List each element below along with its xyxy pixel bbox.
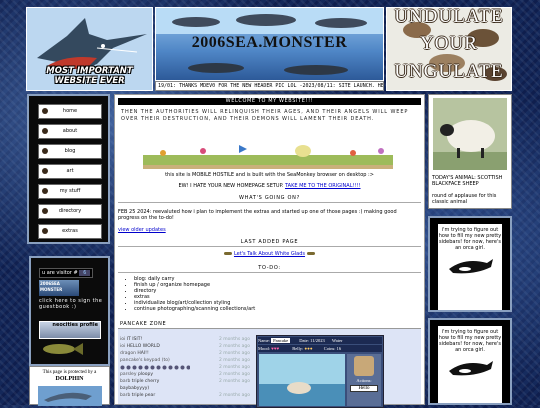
pet-widget: Name: Pancake Date: 11/2023 Water Mood: …: [256, 335, 384, 408]
fish-icon: [43, 343, 83, 355]
undulate-line-2: YOUR: [420, 33, 478, 54]
header-banner: 2006SEA.MONSTER: [155, 7, 384, 81]
garden-divider-icon: [143, 145, 393, 169]
undulate-banner: UNDULATE YOUR UNGULATE: [386, 7, 512, 91]
mobile-hostile-note: this site is MOBILE HOSTILE and is built…: [165, 172, 374, 178]
todo-item: continue photographing/scanning collecti…: [134, 306, 255, 312]
pet-portrait-icon: [354, 356, 374, 376]
orca-text: i'm trying to figure out how to fill my …: [438, 227, 502, 251]
site-logo: MOST IMPORTANT WEBSITE EVER: [26, 7, 153, 91]
dolphin-icon: [38, 386, 102, 406]
guestbook-link[interactable]: click here to sign the guestbook :): [39, 298, 105, 310]
nav-extras[interactable]: extras: [38, 224, 102, 239]
visitor-counter: u are visitor # 6: [39, 268, 94, 278]
undulate-line-3: UNGULATE: [394, 61, 504, 82]
last-added-link[interactable]: Let's Talk About White Glads: [234, 251, 305, 257]
going-on-header: WHAT'S GOING ON?: [118, 195, 421, 203]
nav-about[interactable]: about: [38, 124, 102, 139]
orca-icon: [449, 361, 493, 376]
chat-row: ioi IT ISIT! 2 months ago: [120, 337, 250, 342]
pet-name-row: Name: Pancake Date: 11/2023 Water: [258, 337, 382, 344]
main-content: WELCOME TO MY WEBSITE!!! THEN THE AUTHOR…: [114, 94, 425, 408]
beetle-icon: [42, 188, 48, 194]
beetle-icon: [42, 228, 48, 234]
chat-row: baybabyyyy): [120, 386, 150, 391]
pet-actions-panel: Actions: Hello: [347, 354, 381, 406]
beetle-icon: [42, 128, 48, 134]
dolphin-box: This page is protected by a DOLPHIN: [29, 366, 110, 406]
original-homepage-link[interactable]: TAKE ME TO THE ORIGINAL!!!!: [285, 183, 361, 189]
left-arrow-icon: [224, 252, 233, 255]
pancake-zone: ioi IT ISIT! 2 months ago ioi HELLO WORLD…: [118, 329, 421, 408]
chat-row: barb triple cherry 2 months ago: [120, 379, 250, 384]
beetle-icon: [42, 208, 48, 214]
welcome-bar: WELCOME TO MY WEBSITE!!!: [118, 98, 421, 105]
logo-text: MOST IMPORTANT WEBSITE EVER: [46, 66, 133, 86]
nav-blog[interactable]: blog: [38, 144, 102, 159]
orca-sidebar-2: i'm trying to figure out how to fill my …: [428, 318, 512, 405]
todo-header: TO-DO:: [118, 265, 421, 273]
older-updates-link[interactable]: view older updates: [118, 227, 166, 233]
last-added-row: Let's Talk About White Glads: [118, 251, 421, 257]
chat-row: barb triple pear 2 months ago: [120, 393, 250, 398]
right-arrow-icon: [306, 252, 315, 255]
site-badge[interactable]: 2006SEA MONSTER: [39, 280, 79, 296]
orca-sidebar-1: i'm trying to figure out how to fill my …: [428, 216, 512, 312]
pet-scene-icon: [259, 354, 345, 406]
ew-line: EW! I HATE YOUR NEW HOMEPAGE SETUP. TAKE…: [178, 183, 361, 189]
chat-row: parsley ploopy 2 months ago: [120, 372, 250, 377]
chat-row: ioi HELLO WORLD 2 months ago: [120, 344, 250, 349]
site-title: 2006SEA.MONSTER: [191, 34, 348, 51]
undulate-line-1: UNDULATE: [394, 7, 504, 27]
todo-list: blog: daily carry finish up / organize h…: [118, 276, 255, 312]
beetle-icon: [42, 108, 48, 114]
applause-text: round of applause for this classic anima…: [432, 193, 497, 205]
pet-stats-row: Mood: ♥♥♥ Belly: ●●● Coins: 16: [258, 345, 382, 352]
animal-caption: TODAY'S ANIMAL: SCOTTISH BLACKFACE SHEEP: [432, 175, 503, 187]
visitor-count: 6: [79, 270, 91, 276]
todays-animal-box: TODAY'S ANIMAL: SCOTTISH BLACKFACE SHEEP…: [428, 94, 512, 209]
hello-button[interactable]: Hello: [350, 385, 378, 392]
nav-home[interactable]: home: [38, 104, 102, 119]
sheep-icon: [433, 98, 507, 170]
chat-row: pancake's keypad (to) 2 months ago: [120, 358, 250, 363]
nav-my-stuff[interactable]: my stuff: [38, 184, 102, 199]
last-added-header: LAST ADDED PAGE: [118, 239, 421, 247]
chat-row: dragon HAI!! 2 months ago: [120, 351, 250, 356]
beetle-icon: [42, 168, 48, 174]
quote-text: THEN THE AUTHORITIES WILL RELINQUISH THE…: [121, 109, 409, 122]
orca-text: i'm trying to figure out how to fill my …: [438, 329, 502, 353]
pancake-zone-header: PANCAKE ZONE: [118, 321, 421, 329]
nav-art[interactable]: art: [38, 164, 102, 179]
neocities-badge[interactable]: neocities profile: [39, 321, 101, 339]
orca-icon: [449, 259, 493, 274]
nav-directory[interactable]: directory: [38, 204, 102, 219]
beetle-icon: [42, 148, 48, 154]
sidebar-nav: home about blog art my stuff directory e…: [27, 94, 110, 244]
update-text: FEB 25 2024: reevaluted how i plan to im…: [118, 209, 397, 221]
news-ticker: 19/01: THANKS MDEV0 FOR THE NEW HEADER P…: [155, 81, 384, 91]
visitor-box: u are visitor # 6 2006SEA MONSTER click …: [29, 256, 110, 366]
emoji-row-icon: [120, 365, 190, 370]
